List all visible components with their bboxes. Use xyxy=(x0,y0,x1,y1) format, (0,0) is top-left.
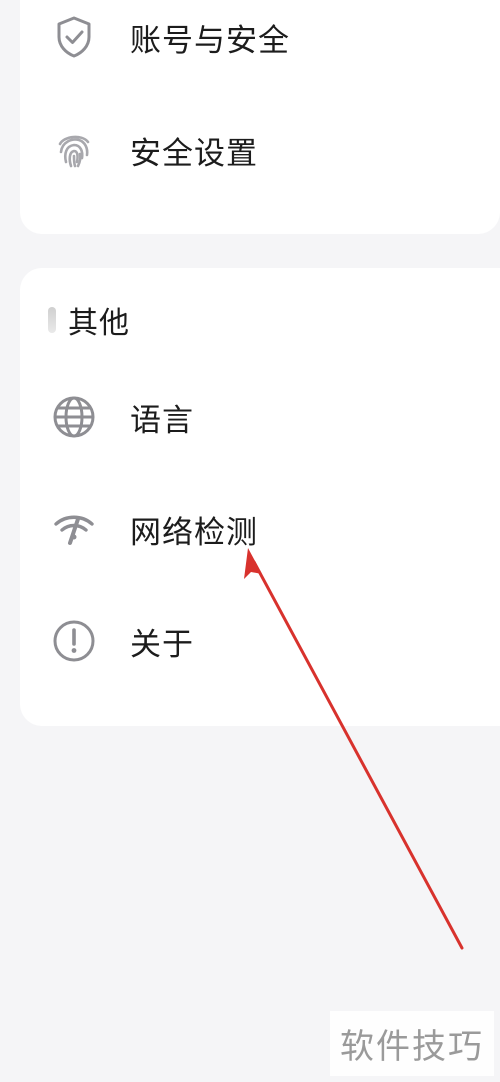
other-section-title: 其他 xyxy=(68,306,130,341)
watermark-text: 软件技巧 xyxy=(340,1027,484,1067)
globe-icon xyxy=(52,395,96,439)
info-circle-icon xyxy=(52,619,96,663)
security-settings-label: 安全设置 xyxy=(130,135,258,172)
shield-check-icon xyxy=(52,15,96,59)
watermark: 软件技巧 xyxy=(330,1011,494,1076)
section-accent-bar xyxy=(48,307,56,333)
security-settings-row[interactable]: 安全设置 xyxy=(20,105,500,195)
account-settings-card: 账号与安全 安全设置 xyxy=(20,0,500,234)
fingerprint-icon xyxy=(52,128,96,172)
account-security-row[interactable]: 账号与安全 xyxy=(20,0,500,82)
network-check-row[interactable]: 网络检测 xyxy=(20,484,500,574)
about-label: 关于 xyxy=(130,626,194,663)
other-section-card: 其他 语言 网络检测 关于 xyxy=(20,268,500,726)
account-security-label: 账号与安全 xyxy=(130,22,290,59)
network-check-label: 网络检测 xyxy=(130,514,258,551)
about-row[interactable]: 关于 xyxy=(20,596,500,686)
language-row[interactable]: 语言 xyxy=(20,372,500,462)
other-section-header: 其他 xyxy=(48,298,130,342)
language-label: 语言 xyxy=(130,402,194,439)
wifi-signal-icon xyxy=(52,507,96,551)
